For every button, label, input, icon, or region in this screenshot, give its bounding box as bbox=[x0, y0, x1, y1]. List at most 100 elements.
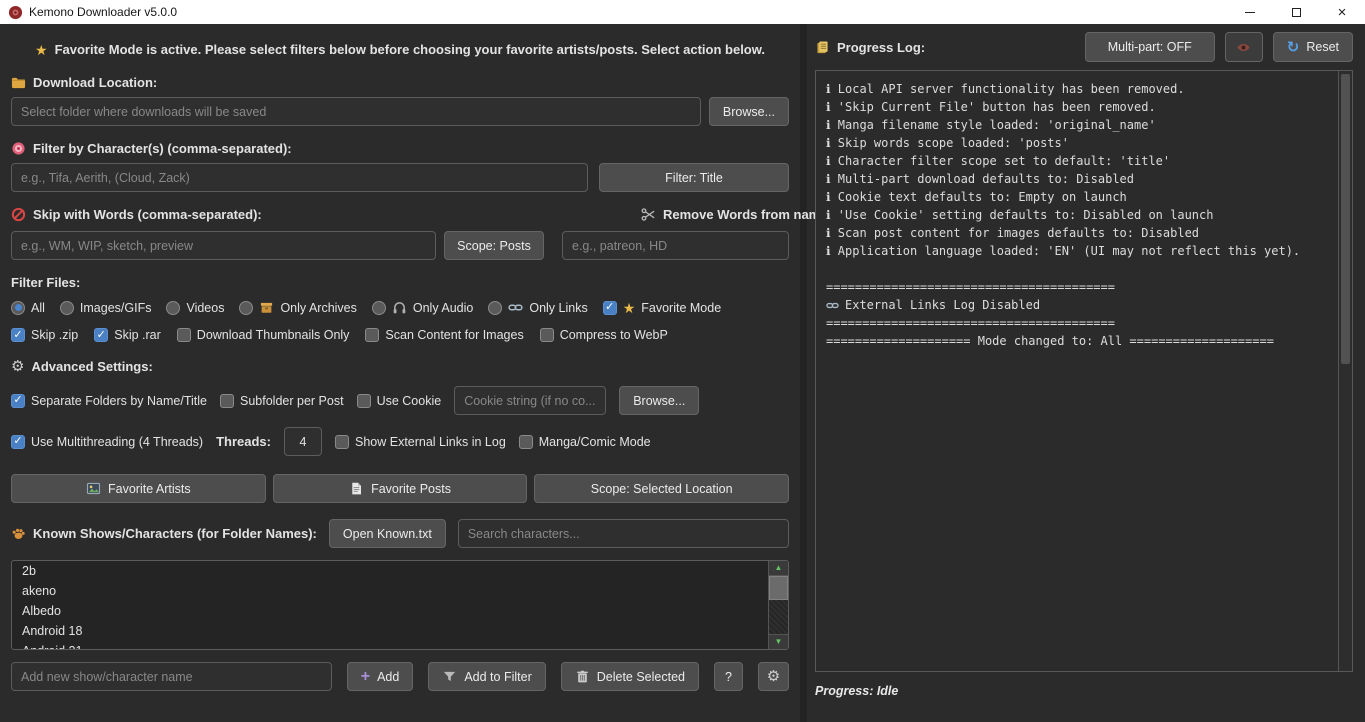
star-icon: ★ bbox=[35, 43, 48, 57]
remove-words-input[interactable] bbox=[562, 231, 789, 260]
checkbox-label: Download Thumbnails Only bbox=[197, 328, 350, 342]
settings-button[interactable]: ⚙ bbox=[758, 662, 789, 691]
checkbox-multithreading[interactable]: Use Multithreading (4 Threads) bbox=[11, 435, 203, 449]
checkbox-scan-content[interactable]: Scan Content for Images bbox=[365, 328, 523, 342]
radio-indicator bbox=[372, 301, 386, 315]
character-search-input[interactable] bbox=[458, 519, 789, 548]
advanced-settings-label: ⚙ Advanced Settings: bbox=[11, 359, 789, 374]
maximize-button[interactable] bbox=[1273, 0, 1319, 24]
panel-splitter[interactable] bbox=[800, 24, 807, 722]
cookie-string-input[interactable] bbox=[454, 386, 606, 415]
checkbox-show-external-links[interactable]: Show External Links in Log bbox=[335, 435, 506, 449]
log-line bbox=[826, 260, 1330, 278]
log-lines: ℹ Local API server functionality has bee… bbox=[826, 80, 1330, 350]
scroll-up-button[interactable]: ▲ bbox=[769, 561, 788, 576]
checkbox-favorite-mode[interactable]: ★ Favorite Mode bbox=[603, 301, 721, 315]
list-item[interactable]: akeno bbox=[12, 581, 788, 601]
checkbox-label: Compress to WebP bbox=[560, 328, 668, 342]
scroll-down-button[interactable]: ▼ bbox=[769, 634, 788, 649]
log-scrollbar-thumb[interactable] bbox=[1341, 74, 1350, 364]
button-label: Favorite Posts bbox=[371, 482, 451, 496]
headphones-icon bbox=[392, 300, 407, 315]
checkbox-subfolder-per-post[interactable]: Subfolder per Post bbox=[220, 394, 344, 408]
character-filter-input[interactable] bbox=[11, 163, 588, 192]
log-line: ℹ Multi-part download defaults to: Disab… bbox=[826, 170, 1330, 188]
link-icon bbox=[826, 299, 839, 312]
folder-icon bbox=[11, 75, 26, 90]
log-line: ℹ Local API server functionality has bee… bbox=[826, 80, 1330, 98]
main-area: ★ Favorite Mode is active. Please select… bbox=[0, 24, 1365, 722]
advanced-options-row: Separate Folders by Name/Title Subfolder… bbox=[11, 386, 789, 415]
skip-words-input[interactable] bbox=[11, 231, 436, 260]
checkbox-use-cookie[interactable]: Use Cookie bbox=[357, 394, 442, 408]
button-label: Add to Filter bbox=[464, 670, 531, 684]
remove-words-label-text: Remove Words from name: bbox=[663, 207, 832, 222]
help-button[interactable]: ? bbox=[714, 662, 743, 691]
add-character-input[interactable] bbox=[11, 662, 332, 691]
radio-filter-images[interactable]: Images/GIFs bbox=[60, 301, 152, 315]
radio-filter-audio[interactable]: Only Audio bbox=[372, 300, 473, 315]
threads-input[interactable] bbox=[284, 427, 322, 456]
scissors-icon bbox=[641, 207, 656, 222]
progress-status: Progress: Idle bbox=[815, 684, 1353, 698]
favorite-posts-button[interactable]: Favorite Posts bbox=[273, 474, 528, 503]
checkbox-indicator bbox=[11, 435, 25, 449]
checkbox-label: Skip .zip bbox=[31, 328, 78, 342]
checkbox-skip-zip[interactable]: Skip .zip bbox=[11, 328, 78, 342]
character-filter-scope-button[interactable]: Filter: Title bbox=[599, 163, 789, 192]
plus-icon: + bbox=[361, 669, 370, 685]
scrollbar-thumb[interactable] bbox=[769, 576, 788, 600]
progress-log-output[interactable]: ℹ Local API server functionality has bee… bbox=[815, 70, 1353, 672]
close-button[interactable]: × bbox=[1319, 0, 1365, 24]
skip-words-scope-button[interactable]: Scope: Posts bbox=[444, 231, 544, 260]
log-visibility-button[interactable] bbox=[1225, 32, 1263, 62]
checkbox-thumbnails-only[interactable]: Download Thumbnails Only bbox=[177, 328, 350, 342]
radio-filter-all[interactable]: All bbox=[11, 301, 45, 315]
app-logo-icon bbox=[8, 5, 23, 20]
add-to-filter-button[interactable]: Add to Filter bbox=[428, 662, 545, 691]
known-list-label-text: Known Shows/Characters (for Folder Names… bbox=[33, 526, 317, 541]
favorite-mode-banner: ★ Favorite Mode is active. Please select… bbox=[11, 42, 789, 57]
list-item[interactable]: Android 21 bbox=[12, 641, 788, 650]
checkbox-separate-folders[interactable]: Separate Folders by Name/Title bbox=[11, 394, 207, 408]
document-icon bbox=[349, 481, 364, 496]
delete-selected-button[interactable]: Delete Selected bbox=[561, 662, 699, 691]
radio-filter-links[interactable]: Only Links bbox=[488, 300, 587, 315]
add-button[interactable]: + Add bbox=[347, 662, 414, 691]
download-browse-button[interactable]: Browse... bbox=[709, 97, 789, 126]
favorite-artists-button[interactable]: Favorite Artists bbox=[11, 474, 266, 503]
open-known-txt-button[interactable]: Open Known.txt bbox=[329, 519, 446, 548]
action-buttons-row: Favorite Artists Favorite Posts Scope: S… bbox=[11, 474, 789, 503]
progress-log-label: Progress Log: bbox=[815, 40, 925, 55]
checkbox-skip-rar[interactable]: Skip .rar bbox=[94, 328, 161, 342]
known-characters-list[interactable]: 2b akeno Albedo Android 18 Android 21 ▲ … bbox=[11, 560, 789, 650]
scope-selected-location-button[interactable]: Scope: Selected Location bbox=[534, 474, 789, 503]
cookie-browse-button[interactable]: Browse... bbox=[619, 386, 699, 415]
checkbox-indicator bbox=[335, 435, 349, 449]
list-scrollbar[interactable]: ▲ ▼ bbox=[768, 561, 788, 649]
reset-button[interactable]: ↻ Reset bbox=[1273, 32, 1353, 62]
filter-files-label: Filter Files: bbox=[11, 275, 789, 290]
log-line: ℹ 'Use Cookie' setting defaults to: Disa… bbox=[826, 206, 1330, 224]
button-label: Add bbox=[377, 670, 399, 684]
list-item[interactable]: Android 18 bbox=[12, 621, 788, 641]
radio-filter-archives[interactable]: Only Archives bbox=[239, 300, 356, 315]
checkbox-manga-mode[interactable]: Manga/Comic Mode bbox=[519, 435, 651, 449]
known-list-label: Known Shows/Characters (for Folder Names… bbox=[11, 526, 317, 541]
checkbox-indicator bbox=[519, 435, 533, 449]
log-line: ℹ Application language loaded: 'EN' (UI … bbox=[826, 242, 1330, 260]
checkbox-compress-webp[interactable]: Compress to WebP bbox=[540, 328, 668, 342]
minimize-button[interactable] bbox=[1227, 0, 1273, 24]
checkbox-indicator bbox=[11, 394, 25, 408]
list-item[interactable]: Albedo bbox=[12, 601, 788, 621]
download-location-input[interactable] bbox=[11, 97, 701, 126]
multipart-toggle-button[interactable]: Multi-part: OFF bbox=[1085, 32, 1215, 62]
log-scrollbar[interactable] bbox=[1338, 71, 1352, 671]
log-line-text: External Links Log Disabled bbox=[845, 296, 1040, 314]
known-list-header-row: Known Shows/Characters (for Folder Names… bbox=[11, 519, 789, 548]
paw-icon bbox=[11, 526, 26, 541]
scrollbar-track[interactable] bbox=[769, 576, 788, 634]
gear-icon: ⚙ bbox=[11, 359, 24, 374]
list-item[interactable]: 2b bbox=[12, 561, 788, 581]
radio-filter-videos[interactable]: Videos bbox=[166, 301, 224, 315]
